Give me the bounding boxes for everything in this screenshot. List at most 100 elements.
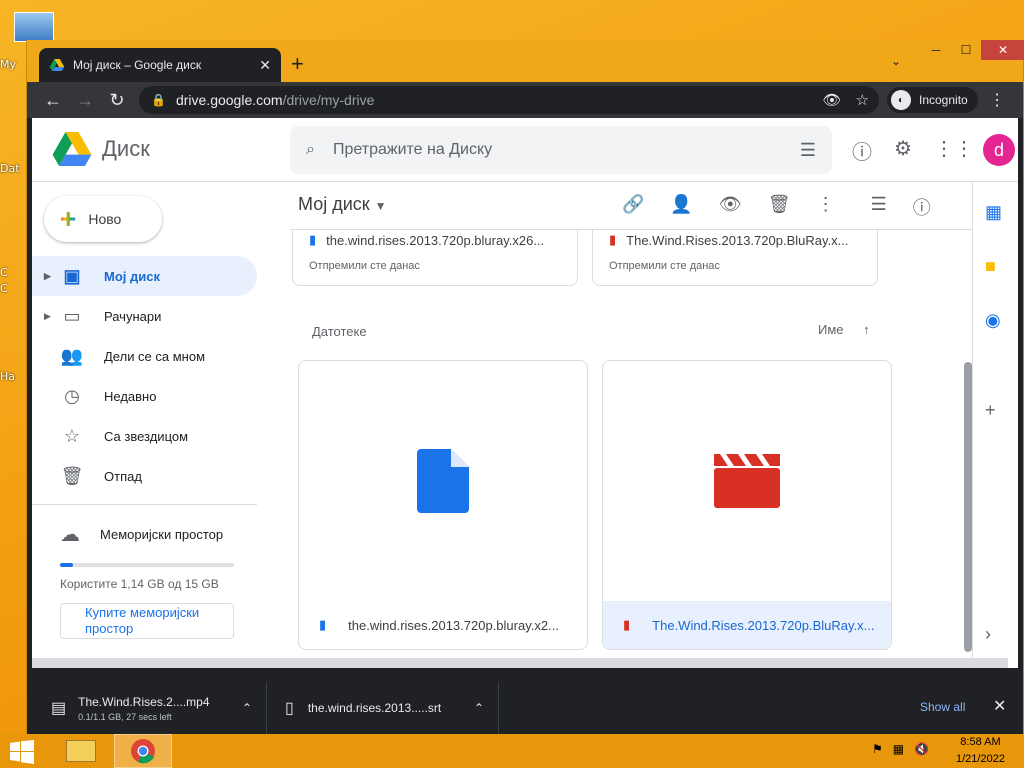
reload-icon[interactable]: ↻: [101, 90, 133, 111]
address-bar[interactable]: 🔒 drive.google.com/drive/my-drive 👁 ☆: [139, 86, 879, 114]
list-view-icon[interactable]: ☰: [871, 194, 887, 220]
eye-icon[interactable]: 👁: [823, 91, 842, 109]
drive-header: Диск ⌕ Претражите на Диску ☰ ⓘ ⚙ ⋮⋮ d: [32, 118, 1018, 182]
computer-desktop-icon[interactable]: [14, 12, 54, 42]
app-name: Диск: [102, 136, 150, 161]
file-card[interactable]: ▮ The.Wind.Rises.2013.720p.BluRay.x...: [602, 360, 892, 650]
storage-bar-fill: [60, 563, 74, 567]
download-menu-caret-icon[interactable]: ⌃: [474, 701, 484, 715]
expand-panel-icon[interactable]: ›: [985, 624, 991, 645]
maximize-icon[interactable]: ☐: [951, 40, 981, 60]
sidebar-item-label: Рачунари: [104, 308, 162, 324]
sidebar-item-computers[interactable]: ▶ ▭ Рачунари: [32, 296, 257, 336]
drive-logo[interactable]: Диск: [52, 132, 150, 166]
chrome-icon: [131, 739, 155, 764]
file-icon: ▤: [51, 700, 67, 717]
preview-eye-icon[interactable]: 👁: [719, 194, 742, 220]
file-name: the.wind.rises.2013.720p.bluray.x2...: [348, 617, 559, 633]
chrome-taskbar-icon[interactable]: [114, 734, 172, 768]
download-name: the.wind.rises.2013.....srt: [307, 701, 442, 715]
new-button[interactable]: + Ново: [44, 196, 162, 242]
avatar[interactable]: d: [983, 134, 1015, 166]
storage-link[interactable]: ☁ Меморијски простор: [60, 522, 240, 547]
search-input[interactable]: Претражите на Диску: [333, 141, 492, 159]
download-menu-caret-icon[interactable]: ⌃: [242, 701, 252, 715]
vertical-scrollbar[interactable]: [964, 230, 972, 652]
volume-muted-icon[interactable]: 🔇: [914, 742, 929, 756]
clock-date: 1/21/2022: [956, 753, 1005, 765]
file-icon: ▯: [285, 700, 294, 717]
sidebar-item-my-drive[interactable]: ▶ ▣ Мој диск: [32, 256, 257, 296]
my-drive-icon: ▣: [63, 265, 81, 286]
google-drive-favicon: [49, 59, 65, 71]
buy-storage-button[interactable]: Купите меморијски простор: [60, 603, 234, 639]
system-clock[interactable]: 8:58 AM 1/21/2022: [956, 734, 1005, 768]
action-center-flag-icon[interactable]: ⚑: [872, 742, 883, 756]
delete-icon[interactable]: 🗑: [768, 194, 791, 220]
help-icon[interactable]: ⓘ: [852, 136, 872, 165]
desktop-icon-label: C: [0, 282, 8, 295]
download-shelf: ▤ The.Wind.Rises.2....mp4 0.1/1.1 GB, 27 …: [27, 682, 1023, 734]
main-toolbar: Мој диск ▼ 🔗 👤 👁 🗑 ⋮ ☰ ⓘ: [290, 182, 972, 230]
search-options-icon[interactable]: ☰: [800, 140, 816, 161]
page-title[interactable]: Мој диск ▼: [298, 194, 387, 215]
search-icon[interactable]: ⌕: [306, 141, 315, 159]
sort-control[interactable]: Име ↑: [818, 322, 870, 337]
sidebar-item-label: Отпад: [104, 468, 142, 484]
desktop-icon-label: Ha: [0, 370, 16, 383]
file-card[interactable]: ▮ the.wind.rises.2013.720p.bluray.x2...: [298, 360, 588, 650]
expand-caret-icon[interactable]: ▶: [44, 271, 51, 282]
download-name: The.Wind.Rises.2....mp4: [78, 694, 210, 709]
horizontal-scrollbar[interactable]: [32, 658, 1008, 668]
sidebar-item-shared[interactable]: 👥 Дели се са мном: [32, 336, 257, 376]
tasks-icon[interactable]: ◉: [985, 310, 1001, 331]
clock-time: 8:58 AM: [960, 736, 1001, 748]
new-tab-button[interactable]: +: [291, 52, 304, 76]
forward-icon[interactable]: →: [69, 90, 101, 111]
download-item[interactable]: ▤ The.Wind.Rises.2....mp4 0.1/1.1 GB, 27 …: [27, 682, 267, 734]
video-clapper-icon: [714, 454, 780, 508]
doc-file-icon: ▮: [319, 617, 327, 632]
add-person-icon[interactable]: 👤: [670, 194, 692, 220]
more-actions-icon[interactable]: ⋮: [817, 194, 835, 220]
minimize-icon[interactable]: ─: [921, 40, 951, 60]
settings-gear-icon[interactable]: ⚙: [894, 136, 912, 165]
details-info-icon[interactable]: ⓘ: [913, 194, 931, 220]
back-icon[interactable]: ←: [37, 90, 69, 111]
desktop-icon-label: Dat: [0, 162, 20, 175]
window-controls: ─ ☐ ✕: [921, 40, 1024, 60]
sidebar-item-starred[interactable]: ☆ Са звездицом: [32, 416, 257, 456]
url-path: /drive/my-drive: [282, 92, 375, 108]
incognito-badge[interactable]: ◐ Incognito: [887, 87, 978, 113]
sort-arrow-up-icon[interactable]: ↑: [863, 322, 870, 337]
windows-start-icon[interactable]: [8, 740, 36, 764]
keep-icon[interactable]: ■: [985, 256, 996, 277]
close-window-icon[interactable]: ✕: [981, 40, 1024, 60]
title-bar: Мој диск – Google диск ✕ + ⌄ ─ ☐ ✕: [27, 40, 1024, 82]
apps-grid-icon[interactable]: ⋮⋮: [934, 136, 974, 165]
close-shelf-icon[interactable]: ✕: [993, 696, 1006, 716]
video-file-icon: ▮: [623, 617, 631, 632]
bookmark-star-icon[interactable]: ☆: [856, 91, 869, 109]
side-panel: ▦ ■ ◉ + ›: [972, 182, 1018, 668]
suggested-card[interactable]: ▮ The.Wind.Rises.2013.720p.BluRay.x... От…: [592, 230, 878, 286]
search-box[interactable]: ⌕ Претражите на Диску ☰: [290, 126, 832, 174]
link-icon[interactable]: 🔗: [622, 194, 644, 220]
network-icon[interactable]: ▦: [893, 742, 904, 756]
calendar-icon[interactable]: ▦: [985, 202, 1002, 223]
download-item[interactable]: ▯ the.wind.rises.2013.....srt ⌃: [267, 682, 499, 734]
sidebar-divider: [32, 504, 257, 505]
suggested-card[interactable]: ▮ the.wind.rises.2013.720p.bluray.x26... …: [292, 230, 578, 286]
close-tab-icon[interactable]: ✕: [259, 57, 271, 74]
sidebar: + Ново ▶ ▣ Мој диск ▶ ▭ Рачунари 👥 Дели се са…: [32, 182, 262, 668]
add-addon-icon[interactable]: +: [985, 400, 996, 421]
expand-caret-icon[interactable]: ▶: [44, 311, 51, 322]
tab-search-icon[interactable]: ⌄: [891, 54, 901, 68]
browser-tab[interactable]: Мој диск – Google диск ✕: [39, 48, 281, 82]
file-explorer-icon[interactable]: [52, 734, 110, 768]
browser-menu-icon[interactable]: ⋮: [989, 90, 1005, 110]
sidebar-item-trash[interactable]: 🗑 Отпад: [32, 456, 257, 496]
sidebar-item-recent[interactable]: ◷ Недавно: [32, 376, 257, 416]
show-all-link[interactable]: Show all: [920, 700, 965, 714]
scrollbar-thumb[interactable]: [964, 362, 972, 652]
